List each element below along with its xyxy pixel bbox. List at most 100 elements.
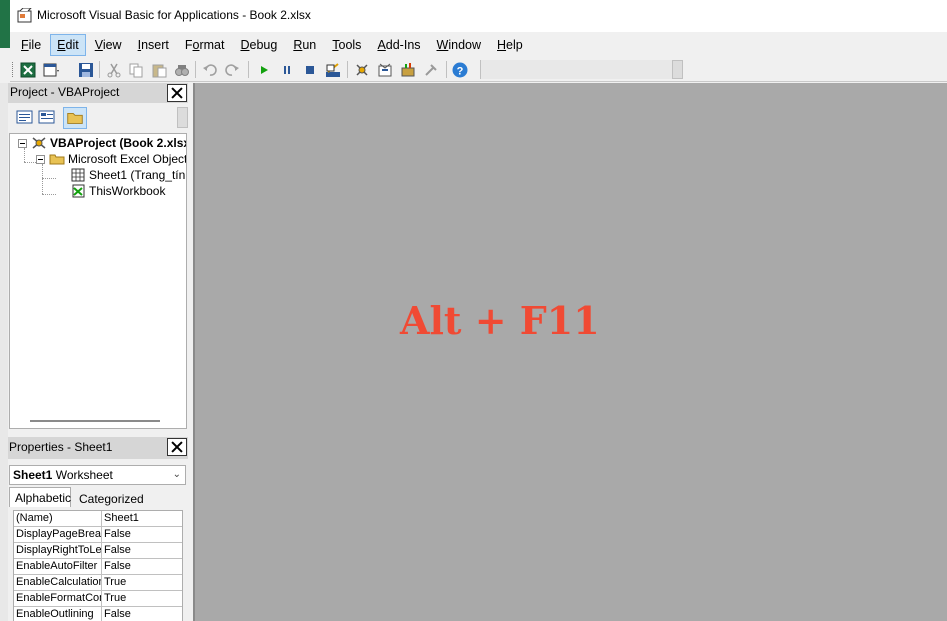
menu-bar: File Edit View Insert Format Debug Run Tools Add… xyxy=(10,32,947,57)
collapse-icon[interactable] xyxy=(18,138,27,148)
property-value[interactable]: False xyxy=(102,527,182,542)
tree-item-label: ThisWorkbook xyxy=(89,184,166,198)
help-icon[interactable]: ? xyxy=(452,62,468,78)
tab-categorized[interactable]: Categorized xyxy=(74,489,149,509)
tree-node-sheet1[interactable]: Sheet1 (Trang_tính xyxy=(70,168,187,182)
property-value[interactable]: False xyxy=(102,607,182,621)
menu-tools[interactable]: Tools xyxy=(325,34,368,56)
tree-root-label: VBAProject (Book 2.xlsx xyxy=(50,136,187,150)
property-row[interactable]: EnableCalculation True xyxy=(14,575,182,591)
tree-horizontal-scrollbar[interactable] xyxy=(30,420,160,422)
toolbar-empty-area xyxy=(480,60,672,79)
folder-icon xyxy=(49,154,65,165)
property-value[interactable]: True xyxy=(102,575,182,590)
tree-folder-label: Microsoft Excel Objects xyxy=(68,152,187,166)
chevron-down-icon: ⌄ xyxy=(172,469,181,480)
property-row[interactable]: DisplayRightToLef False xyxy=(14,543,182,559)
project-explorer-panel: Project - VBAProject VBAProject (Book 2.… xyxy=(8,83,188,433)
cut-icon[interactable] xyxy=(106,62,122,78)
collapse-icon[interactable] xyxy=(36,154,45,164)
property-name: DisplayPageBreak xyxy=(16,527,102,542)
toolbar-options-button[interactable] xyxy=(672,60,683,79)
workbook-icon xyxy=(72,184,85,198)
project-panel-close-icon[interactable] xyxy=(167,84,187,102)
toolbar-grip[interactable] xyxy=(12,62,15,77)
properties-window-icon[interactable] xyxy=(377,62,393,78)
reset-icon[interactable] xyxy=(302,62,318,78)
menu-view[interactable]: View xyxy=(88,34,129,56)
save-icon[interactable] xyxy=(78,62,94,78)
menu-window[interactable]: Window xyxy=(430,34,488,56)
tree-node-thisworkbook[interactable]: ThisWorkbook xyxy=(70,184,165,198)
design-mode-icon[interactable] xyxy=(325,62,341,78)
property-value[interactable]: False xyxy=(102,543,182,558)
excel-view-icon[interactable] xyxy=(20,62,36,78)
properties-grid: (Name) Sheet1 DisplayPageBreak False Display… xyxy=(13,510,183,621)
paste-icon[interactable] xyxy=(151,62,167,78)
toggle-folders-icon[interactable] xyxy=(63,107,87,129)
menu-add-ins[interactable]: Add-Ins xyxy=(370,34,427,56)
properties-panel-header: Properties - Sheet1 xyxy=(8,437,188,459)
property-value[interactable]: True xyxy=(102,591,182,606)
project-panel-title: Project - VBAProject xyxy=(10,85,120,99)
menu-run[interactable]: Run xyxy=(286,34,323,56)
window-title: Microsoft Visual Basic for Applications … xyxy=(37,8,311,22)
worksheet-icon xyxy=(71,168,85,182)
property-name: EnableFormatCon xyxy=(16,591,102,606)
menu-format[interactable]: Format xyxy=(178,34,232,56)
project-panel-header: Project - VBAProject xyxy=(8,83,188,103)
property-row[interactable]: (Name) Sheet1 xyxy=(14,511,182,527)
tab-alphabetic[interactable]: Alphabetic xyxy=(9,487,71,507)
object-type: Worksheet xyxy=(55,468,113,482)
project-panel-toolbar xyxy=(8,103,188,131)
property-name: EnableCalculation xyxy=(16,575,102,590)
insert-module-icon[interactable] xyxy=(43,62,59,78)
project-tree: VBAProject (Book 2.xlsx Microsoft Excel … xyxy=(9,133,187,429)
object-select[interactable]: Sheet1 Worksheet ⌄ xyxy=(9,465,186,485)
vba-app-icon xyxy=(17,8,32,23)
menu-debug[interactable]: Debug xyxy=(233,34,284,56)
project-explorer-icon[interactable] xyxy=(354,62,370,78)
svg-text:?: ? xyxy=(457,66,464,78)
run-icon[interactable] xyxy=(256,62,272,78)
break-icon[interactable] xyxy=(279,62,295,78)
property-name: EnableOutlining xyxy=(14,607,102,621)
property-name: EnableAutoFilter xyxy=(14,559,102,574)
menu-file[interactable]: File xyxy=(14,34,48,56)
standard-toolbar: ? xyxy=(10,57,947,82)
redo-icon[interactable] xyxy=(224,62,240,78)
property-row[interactable]: DisplayPageBreak False xyxy=(14,527,182,543)
vbaproject-icon xyxy=(32,137,46,149)
property-row[interactable]: EnableFormatCon True xyxy=(14,591,182,607)
properties-panel: Properties - Sheet1 Sheet1 Worksheet ⌄ A… xyxy=(8,437,188,621)
find-icon[interactable] xyxy=(174,62,190,78)
menu-edit[interactable]: Edit xyxy=(50,33,86,56)
view-code-icon[interactable] xyxy=(16,109,34,125)
property-row[interactable]: EnableAutoFilter False xyxy=(14,559,182,575)
project-toolbar-more-button[interactable] xyxy=(177,107,188,128)
properties-tabs: Alphabetic Categorized xyxy=(9,487,187,509)
undo-icon[interactable] xyxy=(202,62,218,78)
property-value[interactable]: False xyxy=(102,559,182,574)
properties-panel-close-icon[interactable] xyxy=(167,438,187,456)
object-name: Sheet1 xyxy=(13,468,53,482)
menu-help[interactable]: Help xyxy=(490,34,530,56)
tree-item-label: Sheet1 (Trang_tính xyxy=(89,168,187,182)
property-value[interactable]: Sheet1 xyxy=(102,511,182,526)
property-row[interactable]: EnableOutlining False xyxy=(14,607,182,621)
tree-node-excel-objects[interactable]: Microsoft Excel Objects xyxy=(36,152,187,166)
excel-background-strip xyxy=(0,83,8,621)
menu-insert[interactable]: Insert xyxy=(131,34,176,56)
object-browser-icon[interactable] xyxy=(400,62,416,78)
shortcut-overlay-text: Alt + F11 xyxy=(400,298,600,343)
title-bar: Microsoft Visual Basic for Applications … xyxy=(0,0,947,48)
excel-window-edge xyxy=(0,0,10,48)
property-name: (Name) xyxy=(14,511,102,526)
toolbox-icon[interactable] xyxy=(423,62,439,78)
properties-panel-title: Properties - Sheet1 xyxy=(9,440,113,454)
view-object-icon[interactable] xyxy=(38,109,56,125)
copy-icon[interactable] xyxy=(128,62,144,78)
code-workspace xyxy=(193,83,947,621)
tree-node-vbaproject[interactable]: VBAProject (Book 2.xlsx xyxy=(18,136,187,150)
property-name: DisplayRightToLef xyxy=(16,543,102,558)
